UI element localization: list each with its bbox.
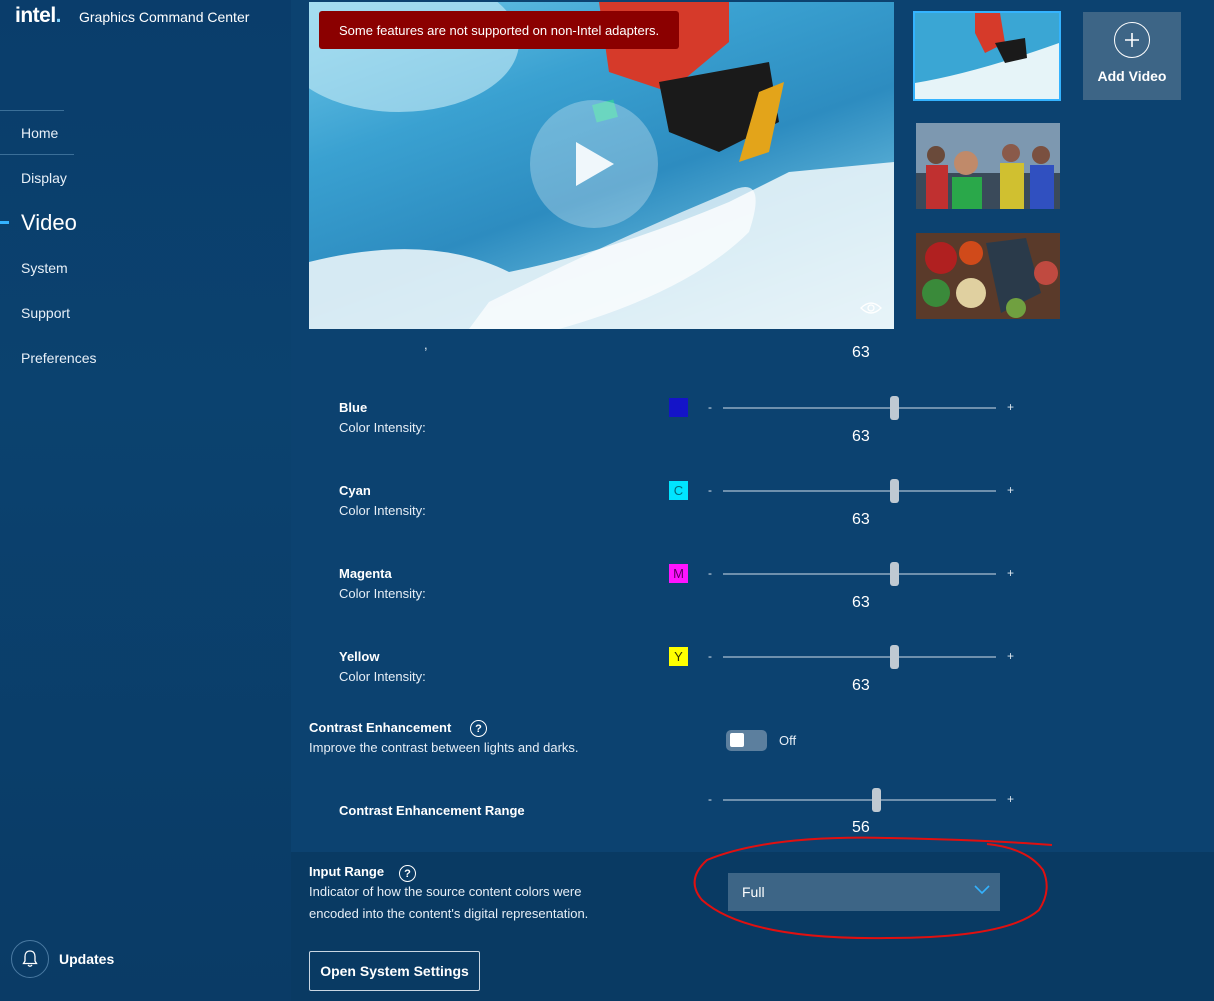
blue-slider-track[interactable]: [723, 407, 996, 409]
intel-logo: intel.: [15, 4, 62, 27]
cyan-decrement[interactable]: -: [708, 483, 712, 497]
cyan-value: 63: [852, 511, 870, 528]
warning-banner: Some features are not supported on non-I…: [319, 11, 680, 49]
plus-icon: [1114, 22, 1150, 58]
yellow-value: 63: [852, 677, 870, 694]
yellow-slider-track[interactable]: [723, 656, 996, 658]
slider-value-partial: 63: [852, 344, 870, 361]
contrast-range-slider-handle[interactable]: [872, 788, 881, 812]
blue-increment[interactable]: +: [1007, 400, 1014, 414]
input-range-dropdown[interactable]: Full: [728, 873, 1000, 911]
toggle-knob: [730, 733, 744, 747]
active-nav-indicator: [0, 221, 9, 224]
contrast-range-decrement[interactable]: -: [708, 792, 712, 806]
partial-label-fragment: ,: [424, 337, 428, 352]
blue-subtitle: Color Intensity:: [339, 420, 426, 435]
app-title: Graphics Command Center: [79, 9, 250, 25]
contrast-range-value: 56: [852, 819, 870, 836]
magenta-slider-track[interactable]: [723, 573, 996, 575]
magenta-decrement[interactable]: -: [708, 566, 712, 580]
updates-label: Updates: [59, 951, 115, 967]
blue-title: Blue: [339, 400, 368, 415]
contrast-enhancement-toggle[interactable]: [726, 730, 767, 751]
cyan-slider-track[interactable]: [723, 490, 996, 492]
sidebar-item-display[interactable]: Display: [21, 170, 67, 186]
play-icon: [576, 142, 614, 186]
video-preview[interactable]: Some features are not supported on non-I…: [309, 2, 894, 329]
open-system-settings-button[interactable]: Open System Settings: [309, 951, 480, 991]
video-thumbnail-crowd[interactable]: [916, 123, 1060, 209]
input-range-desc-line2: encoded into the content's digital repre…: [309, 906, 589, 921]
magenta-value: 63: [852, 594, 870, 611]
contrast-enhancement-desc: Improve the contrast between lights and …: [309, 740, 579, 755]
cyan-slider-handle[interactable]: [890, 479, 899, 503]
updates-button[interactable]: Updates: [11, 940, 114, 978]
cyan-chip: C: [669, 481, 688, 500]
yellow-chip: Y: [669, 647, 688, 666]
sidebar-item-video[interactable]: Video: [21, 210, 77, 236]
yellow-title: Yellow: [339, 649, 380, 664]
eye-icon[interactable]: [860, 301, 882, 315]
input-range-help-icon[interactable]: ?: [399, 865, 416, 882]
main-panel: Some features are not supported on non-I…: [291, 0, 1214, 1001]
cyan-subtitle: Color Intensity:: [339, 503, 426, 518]
nav-divider: [0, 154, 74, 155]
sidebar-item-home[interactable]: Home: [21, 125, 58, 141]
input-range-desc-line1: Indicator of how the source content colo…: [309, 884, 582, 899]
magenta-slider-handle[interactable]: [890, 562, 899, 586]
contrast-range-increment[interactable]: +: [1007, 792, 1014, 806]
bell-icon: [11, 940, 49, 978]
magenta-chip: M: [669, 564, 688, 583]
contrast-range-title: Contrast Enhancement Range: [339, 803, 525, 818]
cyan-increment[interactable]: +: [1007, 483, 1014, 497]
add-video-button[interactable]: Add Video: [1083, 12, 1181, 100]
contrast-range-slider-track[interactable]: [723, 799, 996, 801]
input-range-title: Input Range: [309, 864, 385, 879]
yellow-subtitle: Color Intensity:: [339, 669, 426, 684]
video-thumbnail-snowboard[interactable]: [913, 11, 1061, 101]
blue-value: 63: [852, 428, 870, 445]
sidebar-item-preferences[interactable]: Preferences: [21, 350, 96, 366]
cyan-title: Cyan: [339, 483, 371, 498]
sidebar-item-system[interactable]: System: [21, 260, 68, 276]
contrast-help-icon[interactable]: ?: [470, 720, 487, 737]
magenta-subtitle: Color Intensity:: [339, 586, 426, 601]
nav-divider: [0, 110, 64, 111]
yellow-increment[interactable]: +: [1007, 649, 1014, 663]
contrast-enhancement-title: Contrast Enhancement: [309, 720, 452, 735]
magenta-title: Magenta: [339, 566, 392, 581]
input-range-selected: Full: [742, 884, 765, 900]
contrast-toggle-state: Off: [779, 733, 797, 748]
blue-decrement[interactable]: -: [708, 400, 712, 414]
magenta-increment[interactable]: +: [1007, 566, 1014, 580]
blue-chip: B: [669, 398, 688, 417]
video-thumbnail-market[interactable]: [916, 233, 1060, 319]
play-button[interactable]: [530, 100, 658, 228]
blue-slider-handle[interactable]: [890, 396, 899, 420]
sidebar: intel. Graphics Command Center Home Disp…: [0, 0, 291, 1001]
yellow-slider-handle[interactable]: [890, 645, 899, 669]
chevron-down-icon: [974, 885, 990, 895]
add-video-label: Add Video: [1097, 68, 1167, 84]
yellow-decrement[interactable]: -: [708, 649, 712, 663]
sidebar-item-support[interactable]: Support: [21, 305, 70, 321]
